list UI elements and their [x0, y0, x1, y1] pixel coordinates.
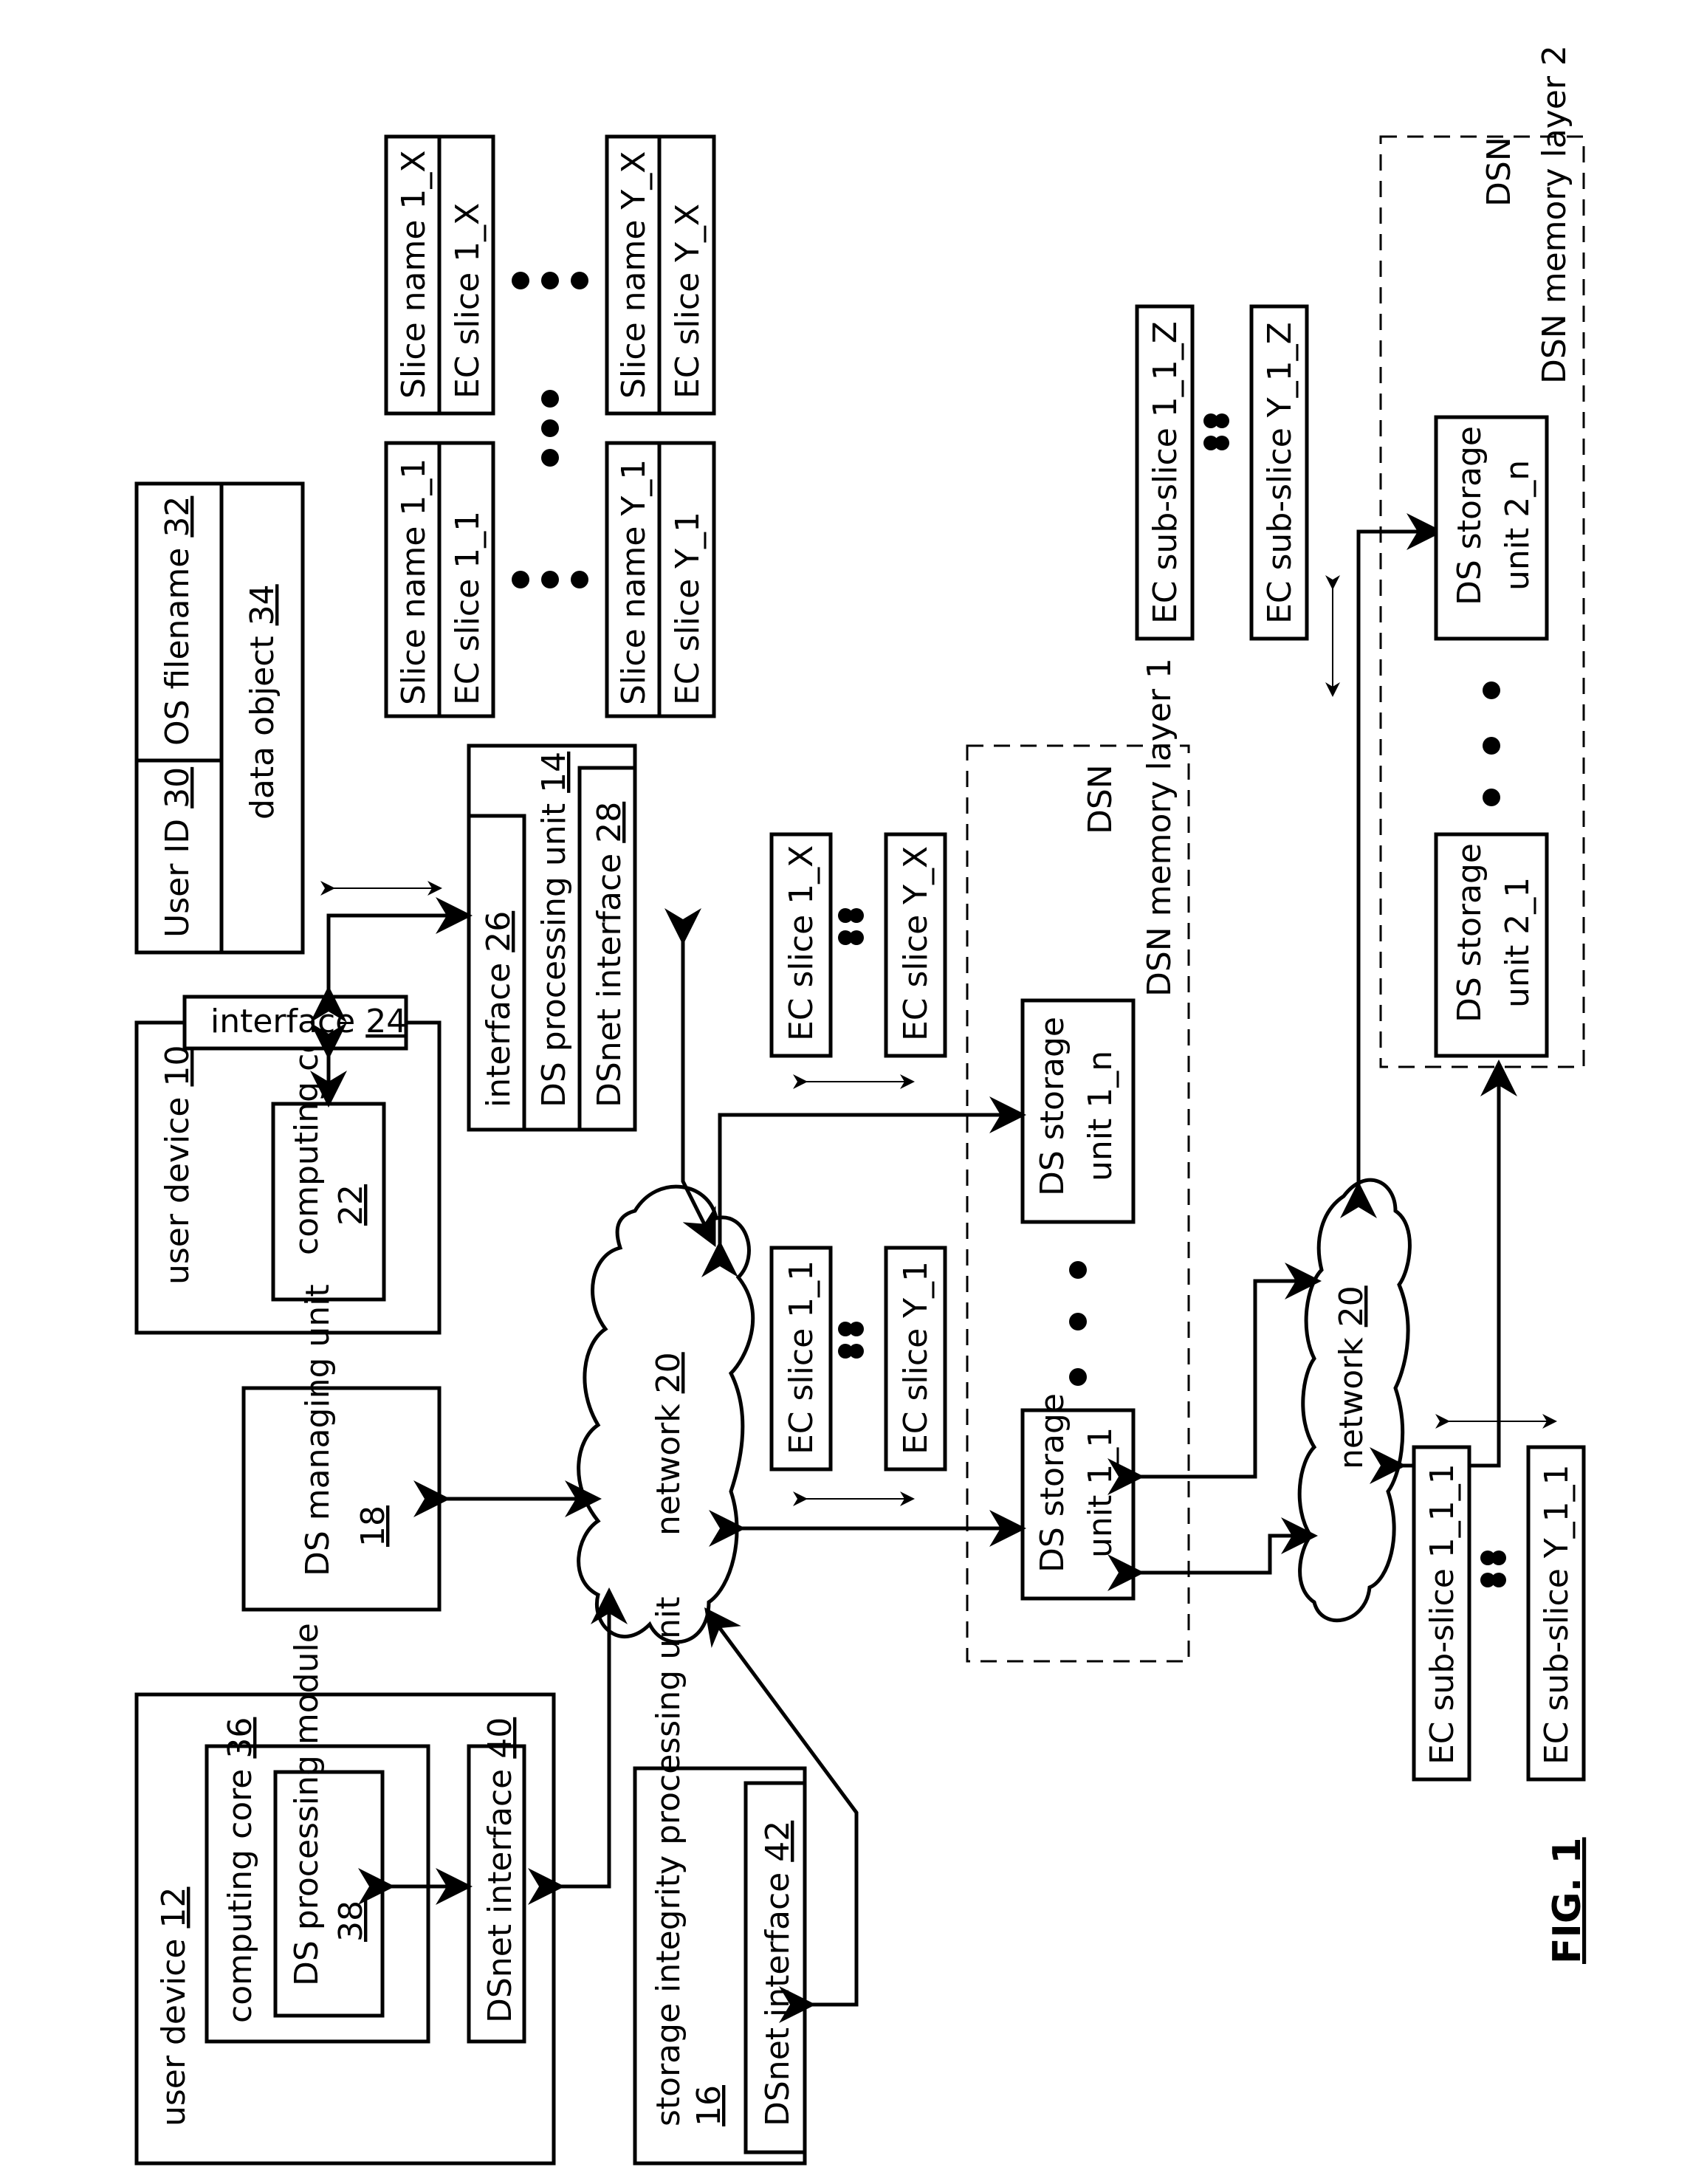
- interface-26-label: interface 26: [480, 911, 518, 1108]
- ec-slice-text: EC slice 1_X: [449, 203, 487, 399]
- slice-table-1-x: Slice name 1_X EC slice 1_X: [384, 134, 495, 416]
- ds-storage-2-n-label2: unit 2_n: [1499, 460, 1536, 591]
- slice-name-text: Slice name 1_1: [395, 459, 433, 705]
- ds-storage-2-1-label: DS storage: [1451, 843, 1488, 1023]
- dsn-layer-2-label: DSN: [1480, 137, 1518, 207]
- ds-storage-1-1-label: DS storage: [1034, 1393, 1071, 1573]
- dsn-layer-1-label: DSN: [1082, 764, 1119, 834]
- slice-name-text: Slice name Y_X: [615, 151, 653, 399]
- ds-storage-1-n-label: DS storage: [1034, 1017, 1071, 1196]
- ec-slice-text: EC slice Y_X: [669, 204, 707, 399]
- user-id-label: User ID 30: [159, 767, 196, 938]
- dsnet-interface-42-label: DSnet interface 42: [759, 1821, 797, 2126]
- sub-slice-text: EC sub-slice Y_1_1: [1538, 1464, 1576, 1765]
- network-20-cloud: network 20: [577, 1184, 755, 1644]
- sub-slice-group-n: EC sub-slice 1_1_Z EC sub-slice Y_1_Z: [1135, 304, 1340, 697]
- ds-processing-unit-14: interface 26 DS processing unit 14 DSnet…: [467, 744, 637, 1132]
- user-device-12-label: user device 12: [155, 1887, 193, 2126]
- ec-slice-text: EC slice Y_X: [897, 846, 935, 1041]
- ds-managing-unit-18-ref: 18: [354, 1505, 392, 1547]
- ec-slice-text: EC slice 1_1: [449, 511, 487, 705]
- ec-slice-text: EC slice Y_1: [669, 512, 707, 705]
- ds-processing-module-38-ref: 38: [332, 1900, 370, 1942]
- dsnet-interface-28-label: DSnet interface 28: [591, 802, 628, 1108]
- ds-managing-unit-18-label: DS managing unit: [299, 1284, 337, 1576]
- storage-integrity-unit-16: storage integrity processing unit 16 DSn…: [633, 1597, 807, 2166]
- ellipsis-dots: [512, 272, 588, 588]
- ec-slice-group-1: EC slice 1_1 EC slice Y_1: [769, 1246, 947, 1506]
- storage11-network2-link-b: [1107, 1517, 1318, 1591]
- ds-storage-2-1-label2: unit 2_1: [1499, 877, 1536, 1008]
- dsn-memory-layer-2: DSN DSN memory layer 2 DS storage unit 2…: [1379, 45, 1585, 1068]
- ec-slice-text: EC slice Y_1: [897, 1261, 935, 1455]
- storage-integrity-16-label: storage integrity processing unit: [650, 1597, 687, 2126]
- user-device-10-label: user device 10: [159, 1045, 196, 1285]
- dsn-memory-layer-1: DSN DSN memory layer 1 DS storage unit 1…: [966, 658, 1190, 1663]
- ds-storage-1-1-label2: unit 1_1: [1082, 1427, 1119, 1558]
- data-object-table: User ID 30 OS filename 32 data object 34: [134, 481, 305, 955]
- dsnet-interface-40-label: DSnet interface 40: [481, 1717, 519, 2023]
- ec-slice-group-n: EC slice 1_X EC slice Y_X: [769, 832, 947, 1089]
- interface-24-label: interface 24: [210, 1003, 407, 1040]
- diagram-canvas: User ID 30 OS filename 32 data object 34…: [134, 45, 1590, 2166]
- network2-storage2n-link: [1340, 513, 1443, 1218]
- ds-storage-2-n-label: DS storage: [1451, 426, 1488, 605]
- network-storage1n-link: [701, 1096, 1026, 1277]
- network2-storage21-link: [1370, 1060, 1517, 1484]
- slice-table-y-1: Slice name Y_1 EC slice Y_1: [605, 441, 716, 718]
- sub-slice-text: EC sub-slice Y_1_Z: [1261, 322, 1299, 624]
- computing-core-36-label: computing core 36: [221, 1717, 259, 2023]
- ec-slice-text: EC slice 1_X: [783, 845, 820, 1041]
- network-20b-label: network 20: [1333, 1285, 1370, 1469]
- user-device-12: user device 12 computing core 36 DS proc…: [134, 1623, 556, 2166]
- storage-integrity-16-ref: 16: [690, 2085, 728, 2126]
- ds-processing-module-38-label: DS processing module: [288, 1623, 326, 1986]
- network-20-cloud-b: network 20: [1297, 1178, 1412, 1623]
- network-20-label: network 20: [650, 1352, 687, 1536]
- os-filename-label: OS filename 32: [159, 496, 196, 746]
- user12-network-link: [528, 1587, 628, 1905]
- ds-storage-1-n-label2: unit 1_n: [1082, 1051, 1119, 1181]
- slice-table-y-x: Slice name Y_X EC slice Y_X: [605, 134, 716, 416]
- storage11-network2-link-a: [1107, 1263, 1322, 1495]
- data-object-label: data object 34: [244, 584, 281, 820]
- slice-name-text: Slice name 1_X: [395, 150, 433, 399]
- slice-table-1-1: Slice name 1_1 EC slice 1_1: [384, 441, 495, 718]
- sub-slice-text: EC sub-slice 1_1_1: [1423, 1463, 1461, 1765]
- dsn-layer-2-full-label: DSN memory layer 2: [1536, 45, 1573, 384]
- dsn-layer-1-full-label: DSN memory layer 1: [1141, 658, 1178, 997]
- ec-slice-text: EC slice 1_1: [783, 1260, 820, 1455]
- slice-name-text: Slice name Y_1: [615, 459, 653, 705]
- computing-core-22-ref: 22: [332, 1184, 370, 1226]
- ds-unit14-network-link: [664, 908, 716, 1247]
- sub-slice-text: EC sub-slice 1_1_Z: [1147, 321, 1184, 624]
- ds-processing-unit-14-label: DS processing unit 14: [535, 752, 573, 1108]
- user-device-10: user device 10 computing core 22 interfa…: [134, 995, 442, 1335]
- sub-slice-group-1: EC sub-slice 1_1_1 EC sub-slice Y_1_1: [1412, 1414, 1586, 1782]
- figure-label: FIG. 1: [1545, 1837, 1590, 1964]
- interface24-to-interface26-link: [310, 897, 473, 1023]
